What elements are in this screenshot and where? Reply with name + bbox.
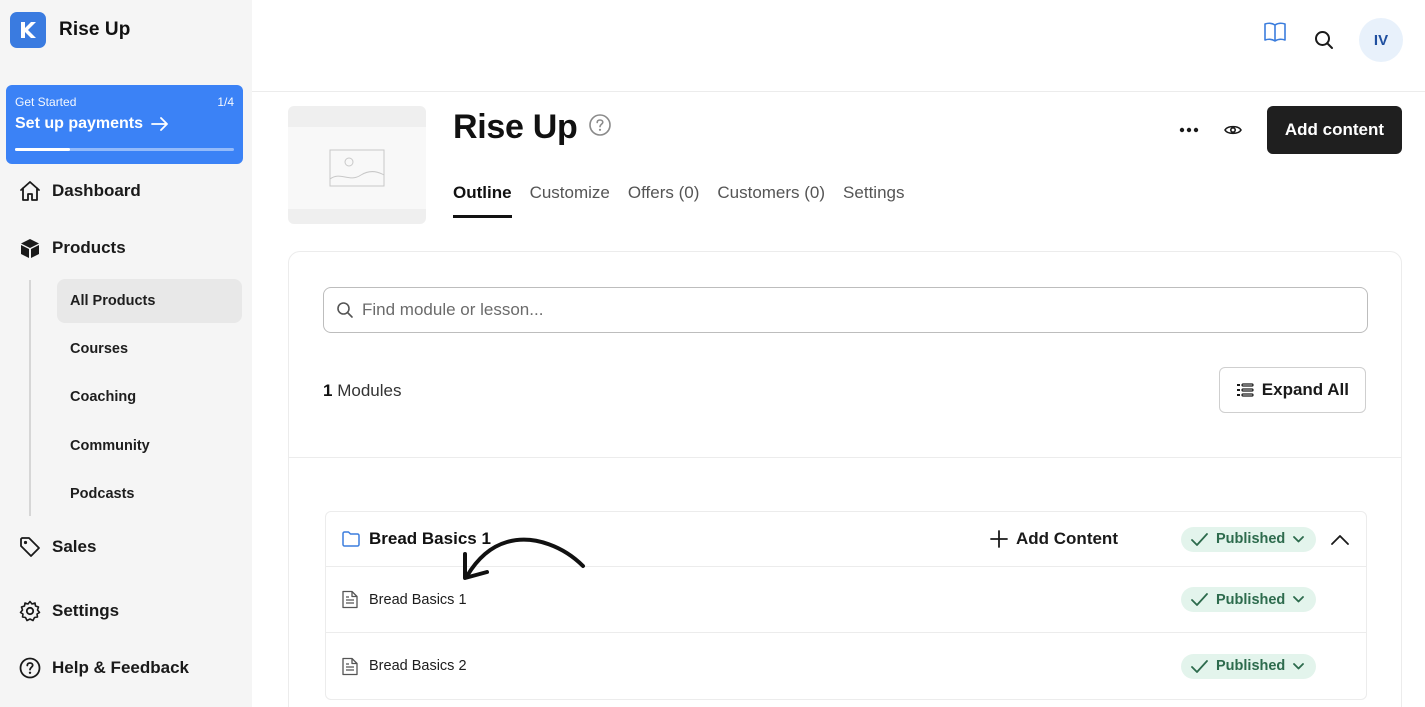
lesson-title: Bread Basics 2 [369, 658, 467, 674]
lesson-title: Bread Basics 1 [369, 591, 467, 608]
search-input[interactable] [362, 300, 1262, 320]
nav-dashboard[interactable]: Dashboard [18, 179, 141, 203]
module-header[interactable]: Bread Basics 1 Add Content Published [326, 512, 1366, 567]
nav-sales-label: Sales [52, 537, 97, 556]
more-options-icon[interactable] [1171, 112, 1207, 148]
get-started-step: 1/4 [217, 95, 234, 109]
status-badge[interactable]: Published [1181, 526, 1317, 552]
nav-settings[interactable]: Settings [18, 599, 119, 623]
chevron-down-icon [1293, 535, 1305, 542]
module-card: Bread Basics 1 Add Content Published Bre… [325, 511, 1367, 700]
status-badge-label: Published [1216, 658, 1286, 674]
expand-all-label: Expand All [1261, 380, 1349, 399]
module-add-content-button[interactable]: Add Content [990, 529, 1118, 549]
sidebar: Rise Up Get Started 1/4 Set up payments … [0, 0, 252, 707]
sidebar-item-coaching[interactable]: Coaching [57, 375, 242, 419]
nav-settings-label: Settings [52, 601, 120, 620]
get-started-card[interactable]: Get Started 1/4 Set up payments [6, 85, 243, 164]
brand-logo-icon [10, 12, 46, 48]
page-title: Rise Up [453, 108, 578, 146]
chevron-up-icon[interactable] [1331, 534, 1349, 545]
nav-products[interactable]: Products [18, 236, 126, 260]
check-icon [1191, 659, 1208, 673]
avatar[interactable]: IV [1359, 18, 1403, 62]
nav-help-label: Help & Feedback [52, 658, 189, 677]
get-started-title: Set up payments [15, 115, 144, 132]
nav-dashboard-label: Dashboard [52, 181, 141, 200]
module-title: Bread Basics 1 [369, 529, 491, 548]
box-icon [18, 236, 42, 260]
question-icon[interactable] [588, 113, 612, 142]
tab-customize[interactable]: Customize [530, 183, 610, 218]
tag-icon [18, 535, 42, 559]
lesson-row[interactable]: Bread Basics 1 Published [326, 567, 1366, 633]
nav-help[interactable]: Help & Feedback [18, 656, 189, 680]
product-title-row: Rise Up [453, 108, 612, 147]
get-started-progress-fill [15, 148, 70, 151]
nav-sales[interactable]: Sales [18, 535, 96, 559]
check-icon [1191, 593, 1208, 606]
outline-card: 1 Modules Expand All Bread Basics 1 Add … [288, 251, 1402, 707]
get-started-label: Get Started [15, 95, 77, 109]
brand-name: Rise Up [59, 19, 131, 40]
divider [289, 457, 1401, 458]
search-icon [337, 302, 353, 318]
gear-icon [18, 599, 42, 623]
expand-all-button[interactable]: Expand All [1218, 367, 1366, 413]
product-thumbnail[interactable] [288, 106, 426, 224]
lesson-row[interactable]: Bread Basics 2 Published [326, 633, 1366, 699]
chevron-down-icon [1293, 596, 1305, 603]
help-circle-icon [18, 656, 42, 680]
eye-icon[interactable] [1215, 112, 1251, 148]
sidebar-item-podcasts[interactable]: Podcasts [57, 472, 242, 516]
product-tabs: Outline Customize Offers (0) Customers (… [453, 183, 922, 218]
chevron-down-icon [1293, 662, 1305, 669]
status-badge[interactable]: Published [1181, 587, 1317, 612]
check-icon [1191, 532, 1208, 546]
sub-nav-line [29, 280, 31, 516]
folder-icon [342, 531, 360, 547]
status-badge-label: Published [1216, 531, 1286, 547]
nav-products-label: Products [52, 238, 126, 257]
add-content-button[interactable]: Add content [1266, 106, 1402, 154]
modules-count: 1 Modules [323, 381, 401, 401]
image-placeholder-icon [329, 149, 385, 187]
sidebar-item-all-products[interactable]: All Products [57, 279, 242, 323]
brand[interactable]: Rise Up [10, 12, 130, 48]
status-badge-label: Published [1216, 591, 1286, 608]
status-badge[interactable]: Published [1181, 653, 1317, 679]
plus-icon [990, 530, 1008, 548]
arrow-right-icon [151, 117, 168, 131]
modules-count-label: Modules [337, 381, 402, 400]
get-started-progress [15, 148, 234, 151]
tab-outline[interactable]: Outline [453, 183, 512, 218]
sidebar-item-community[interactable]: Community [57, 424, 242, 468]
module-add-content-label: Add Content [1016, 529, 1118, 548]
top-bar: IV [252, 0, 1425, 92]
list-icon [1236, 383, 1254, 397]
book-icon[interactable] [1263, 21, 1287, 48]
search-icon[interactable] [1313, 29, 1335, 56]
tab-offers[interactable]: Offers (0) [628, 183, 699, 218]
document-icon [342, 657, 358, 676]
document-icon [342, 590, 358, 609]
search-field[interactable] [323, 287, 1368, 333]
tab-customers[interactable]: Customers (0) [717, 183, 825, 218]
header-actions: Add content [1171, 106, 1402, 154]
modules-count-number: 1 [323, 381, 333, 400]
tab-settings[interactable]: Settings [843, 183, 904, 218]
sidebar-item-courses[interactable]: Courses [57, 327, 242, 371]
home-icon [18, 179, 42, 203]
